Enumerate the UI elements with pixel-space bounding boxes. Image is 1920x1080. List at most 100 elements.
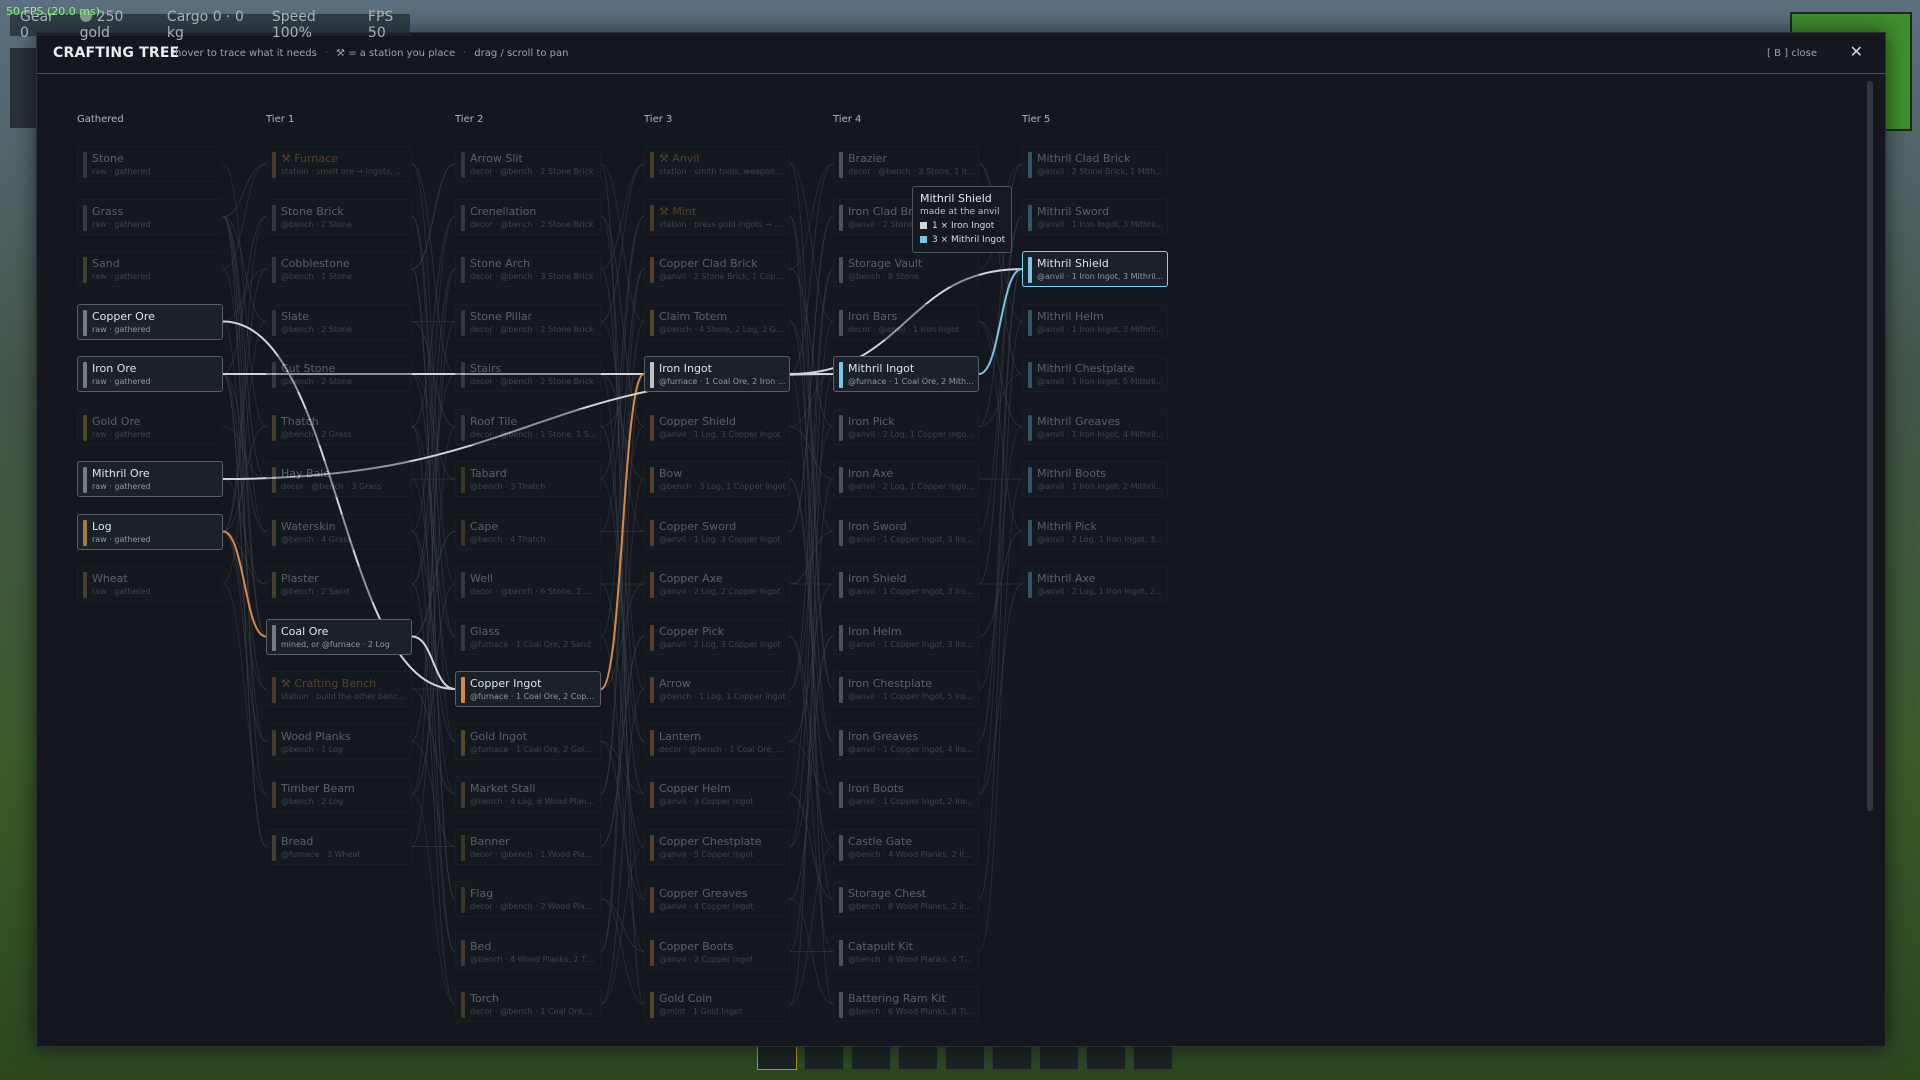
recipe-node-iron-sword[interactable]: Iron Sword @anvil · 1 Copper Ingot, 3 Iro… (833, 513, 979, 550)
node-recipe: raw · gathered (92, 482, 151, 491)
recipe-node-iron-shield[interactable]: Iron Shield @anvil · 1 Copper Ingot, 3 Ir… (833, 566, 979, 602)
recipe-node-brazier[interactable]: Brazier decor · @bench · 3 Stone, 1 Ir... (833, 146, 979, 182)
close-icon[interactable]: ✕ (1850, 42, 1863, 61)
tooltip-ingredient: 1 × Iron Ingot (920, 221, 994, 231)
recipe-node-battering-ram-kit[interactable]: Battering Ram Kit @bench · 6 Wood Planks,… (833, 986, 979, 1022)
recipe-node-well[interactable]: Well decor · @bench · 6 Stone, 2 W... (455, 566, 601, 602)
recipe-node-cape[interactable]: Cape @bench · 4 Thatch (455, 513, 601, 550)
recipe-node-copper-helm[interactable]: Copper Helm @anvil · 3 Copper Ingot (644, 776, 790, 812)
recipe-node-tabard[interactable]: Tabard @bench · 3 Thatch (455, 461, 601, 497)
recipe-node-hay-bale[interactable]: Hay Bale decor · @bench · 3 Grass (266, 461, 412, 497)
recipe-node-grass[interactable]: Grass raw · gathered (77, 198, 223, 235)
recipe-node-mithril-helm[interactable]: Mithril Helm @anvil · 1 Iron Ingot, 3 Mit… (1022, 303, 1168, 340)
recipe-node-catapult-kit[interactable]: Catapult Kit @bench · 6 Wood Planks, 4 Th… (833, 933, 979, 970)
recipe-node-mithril-pick[interactable]: Mithril Pick @anvil · 2 Log, 1 Iron Ingot… (1022, 513, 1168, 550)
recipe-node-banner[interactable]: Banner decor · @bench · 1 Wood Plan... (455, 828, 601, 865)
category-bar (461, 362, 465, 388)
recipe-node-wheat[interactable]: Wheat raw · gathered (77, 566, 223, 602)
recipe-node-iron-chestplate[interactable]: Iron Chestplate @anvil · 1 Copper Ingot, … (833, 671, 979, 707)
recipe-node-bed[interactable]: Bed @bench · 4 Wood Planks, 2 Th... (455, 933, 601, 970)
recipe-node-gold-coin[interactable]: Gold Coin @mint · 1 Gold Ingot (644, 986, 790, 1022)
recipe-node-mithril-shield[interactable]: Mithril Shield @anvil · 1 Iron Ingot, 3 M… (1022, 251, 1168, 287)
recipe-node-waterskin[interactable]: Waterskin @bench · 4 Grass (266, 513, 412, 550)
category-bar (272, 729, 276, 756)
category-bar (839, 204, 843, 231)
recipe-node-glass[interactable]: Glass @furnace · 1 Coal Ore, 2 Sand (455, 618, 601, 655)
recipe-node-wood-planks[interactable]: Wood Planks @bench · 1 Log (266, 723, 412, 760)
recipe-node-sand[interactable]: Sand raw · gathered (77, 251, 223, 287)
recipe-node-arrow-slit[interactable]: Arrow Slit decor · @bench · 2 Stone Brick (455, 146, 601, 182)
recipe-node-mithril-axe[interactable]: Mithril Axe @anvil · 2 Log, 1 Iron Ingot,… (1022, 566, 1168, 602)
recipe-node-mithril-sword[interactable]: Mithril Sword @anvil · 1 Iron Ingot, 3 Mi… (1022, 198, 1168, 235)
recipe-node-copper-greaves[interactable]: Copper Greaves @anvil · 4 Copper Ingot (644, 881, 790, 917)
recipe-node-mithril-ore[interactable]: Mithril Ore raw · gathered (77, 461, 223, 497)
recipe-node-iron-boots[interactable]: Iron Boots @anvil · 1 Copper Ingot, 2 Iro… (833, 776, 979, 812)
recipe-node-crafting-bench[interactable]: ⚒ Crafting Bench station · build the othe… (266, 671, 412, 707)
recipe-node-claim-totem[interactable]: Claim Totem @bench · 4 Stone, 2 Log, 2 Go… (644, 303, 790, 340)
dependency-edge (600, 163, 645, 270)
node-recipe: @anvil · 2 Log, 1 Iron Ingot, 2... (1037, 587, 1163, 596)
category-bar (461, 414, 465, 441)
recipe-node-timber-beam[interactable]: Timber Beam @bench · 2 Log (266, 776, 412, 812)
recipe-node-log[interactable]: Log raw · gathered (77, 513, 223, 550)
recipe-node-plaster[interactable]: Plaster @bench · 2 Sand (266, 566, 412, 602)
recipe-node-gold-ore[interactable]: Gold Ore raw · gathered (77, 408, 223, 445)
recipe-node-anvil[interactable]: ⚒ Anvil station · smith tools, weapon... (644, 146, 790, 182)
recipe-node-coal-ore[interactable]: Coal Ore mined, or @furnace · 2 Log (266, 618, 412, 655)
recipe-node-stone[interactable]: Stone raw · gathered (77, 146, 223, 182)
recipe-node-cut-stone[interactable]: Cut Stone @bench · 2 Stone (266, 356, 412, 392)
recipe-node-copper-boots[interactable]: Copper Boots @anvil · 2 Copper Ingot (644, 933, 790, 970)
recipe-node-copper-pick[interactable]: Copper Pick @anvil · 2 Log, 3 Copper Ingo… (644, 618, 790, 655)
recipe-node-bow[interactable]: Bow @bench · 3 Log, 1 Copper Ingot (644, 461, 790, 497)
recipe-node-thatch[interactable]: Thatch @bench · 2 Grass (266, 408, 412, 445)
recipe-node-flag[interactable]: Flag decor · @bench · 2 Wood Plan... (455, 881, 601, 917)
category-bar (461, 834, 465, 861)
recipe-node-iron-ingot[interactable]: Iron Ingot @furnace · 1 Coal Ore, 2 Iron … (644, 356, 790, 392)
recipe-node-stone-brick[interactable]: Stone Brick @bench · 2 Stone (266, 198, 412, 235)
dependency-edge (222, 216, 267, 795)
recipe-node-lantern[interactable]: Lantern decor · @bench · 1 Coal Ore, ... (644, 723, 790, 760)
recipe-node-mithril-clad-brick[interactable]: Mithril Clad Brick @anvil · 2 Stone Brick… (1022, 146, 1168, 182)
recipe-node-copper-clad-brick[interactable]: Copper Clad Brick @anvil · 2 Stone Brick,… (644, 251, 790, 287)
category-bar (650, 887, 654, 913)
recipe-node-copper-shield[interactable]: Copper Shield @anvil · 1 Log, 3 Copper In… (644, 408, 790, 445)
recipe-node-crenellation[interactable]: Crenellation decor · @bench · 2 Stone Bri… (455, 198, 601, 235)
recipe-node-castle-gate[interactable]: Castle Gate @bench · 4 Wood Planks, 2 Ir.… (833, 828, 979, 865)
node-name: Iron Helm (848, 624, 902, 638)
recipe-node-mithril-greaves[interactable]: Mithril Greaves @anvil · 1 Iron Ingot, 4 … (1022, 408, 1168, 445)
recipe-node-torch[interactable]: Torch decor · @bench · 1 Coal Ore, ... (455, 986, 601, 1022)
recipe-node-bread[interactable]: Bread @furnace · 3 Wheat (266, 828, 412, 865)
recipe-node-iron-axe[interactable]: Iron Axe @anvil · 2 Log, 1 Copper Ingot..… (833, 461, 979, 497)
recipe-node-iron-helm[interactable]: Iron Helm @anvil · 1 Copper Ingot, 3 Iro.… (833, 618, 979, 655)
recipe-node-arrow[interactable]: Arrow @bench · 1 Log, 1 Copper Ingot (644, 671, 790, 707)
node-recipe: @bench · 4 Log, 6 Wood Plan... (470, 797, 595, 806)
category-bar (839, 992, 843, 1018)
recipe-node-stairs[interactable]: Stairs decor · @bench · 2 Stone Brick (455, 356, 601, 392)
recipe-node-slate[interactable]: Slate @bench · 2 Stone (266, 303, 412, 340)
recipe-node-copper-chestplate[interactable]: Copper Chestplate @anvil · 5 Copper Ingot (644, 828, 790, 865)
recipe-node-copper-axe[interactable]: Copper Axe @anvil · 2 Log, 2 Copper Ingot (644, 566, 790, 602)
recipe-node-iron-greaves[interactable]: Iron Greaves @anvil · 1 Copper Ingot, 4 I… (833, 723, 979, 760)
recipe-node-storage-chest[interactable]: Storage Chest @bench · 8 Wood Planks, 2 I… (833, 881, 979, 917)
recipe-node-cobblestone[interactable]: Cobblestone @bench · 1 Stone (266, 251, 412, 287)
node-recipe: @furnace · 3 Wheat (281, 849, 361, 859)
recipe-node-iron-pick[interactable]: Iron Pick @anvil · 2 Log, 1 Copper Ingot.… (833, 408, 979, 445)
recipe-node-stone-pillar[interactable]: Stone Pillar decor · @bench · 2 Stone Bri… (455, 303, 601, 340)
recipe-node-copper-ingot[interactable]: Copper Ingot @furnace · 1 Coal Ore, 2 Cop… (455, 671, 601, 707)
recipe-node-market-stall[interactable]: Market Stall @bench · 4 Log, 6 Wood Plan.… (455, 776, 601, 812)
recipe-node-mithril-chestplate[interactable]: Mithril Chestplate @anvil · 1 Iron Ingot,… (1022, 356, 1168, 392)
recipe-node-iron-ore[interactable]: Iron Ore raw · gathered (77, 356, 223, 392)
recipe-node-roof-tile[interactable]: Roof Tile decor · @bench · 1 Stone, 1 Sl.… (455, 408, 601, 445)
recipe-node-furnace[interactable]: ⚒ Furnace station · smelt ore → ingots, .… (266, 146, 412, 182)
recipe-node-mithril-ingot[interactable]: Mithril Ingot @furnace · 1 Coal Ore, 2 Mi… (833, 356, 979, 392)
recipe-node-copper-sword[interactable]: Copper Sword @anvil · 1 Log, 3 Copper Ing… (644, 513, 790, 550)
recipe-node-storage-vault[interactable]: Storage Vault @bench · 8 Stone (833, 251, 979, 287)
recipe-node-gold-ingot[interactable]: Gold Ingot @furnace · 1 Coal Ore, 2 Gold … (455, 723, 601, 760)
recipe-node-copper-ore[interactable]: Copper Ore raw · gathered (77, 303, 223, 340)
category-bar (272, 362, 276, 388)
recipe-node-stone-arch[interactable]: Stone Arch decor · @bench · 3 Stone Brick (455, 251, 601, 287)
recipe-node-iron-bars[interactable]: Iron Bars decor · @anvil · 1 Iron Ingot (833, 303, 979, 340)
recipe-node-mithril-boots[interactable]: Mithril Boots @anvil · 1 Iron Ingot, 2 Mi… (1022, 461, 1168, 497)
vertical-scrollbar[interactable] (1867, 81, 1873, 811)
recipe-node-mint[interactable]: ⚒ Mint station · press gold ingots → c... (644, 198, 790, 235)
